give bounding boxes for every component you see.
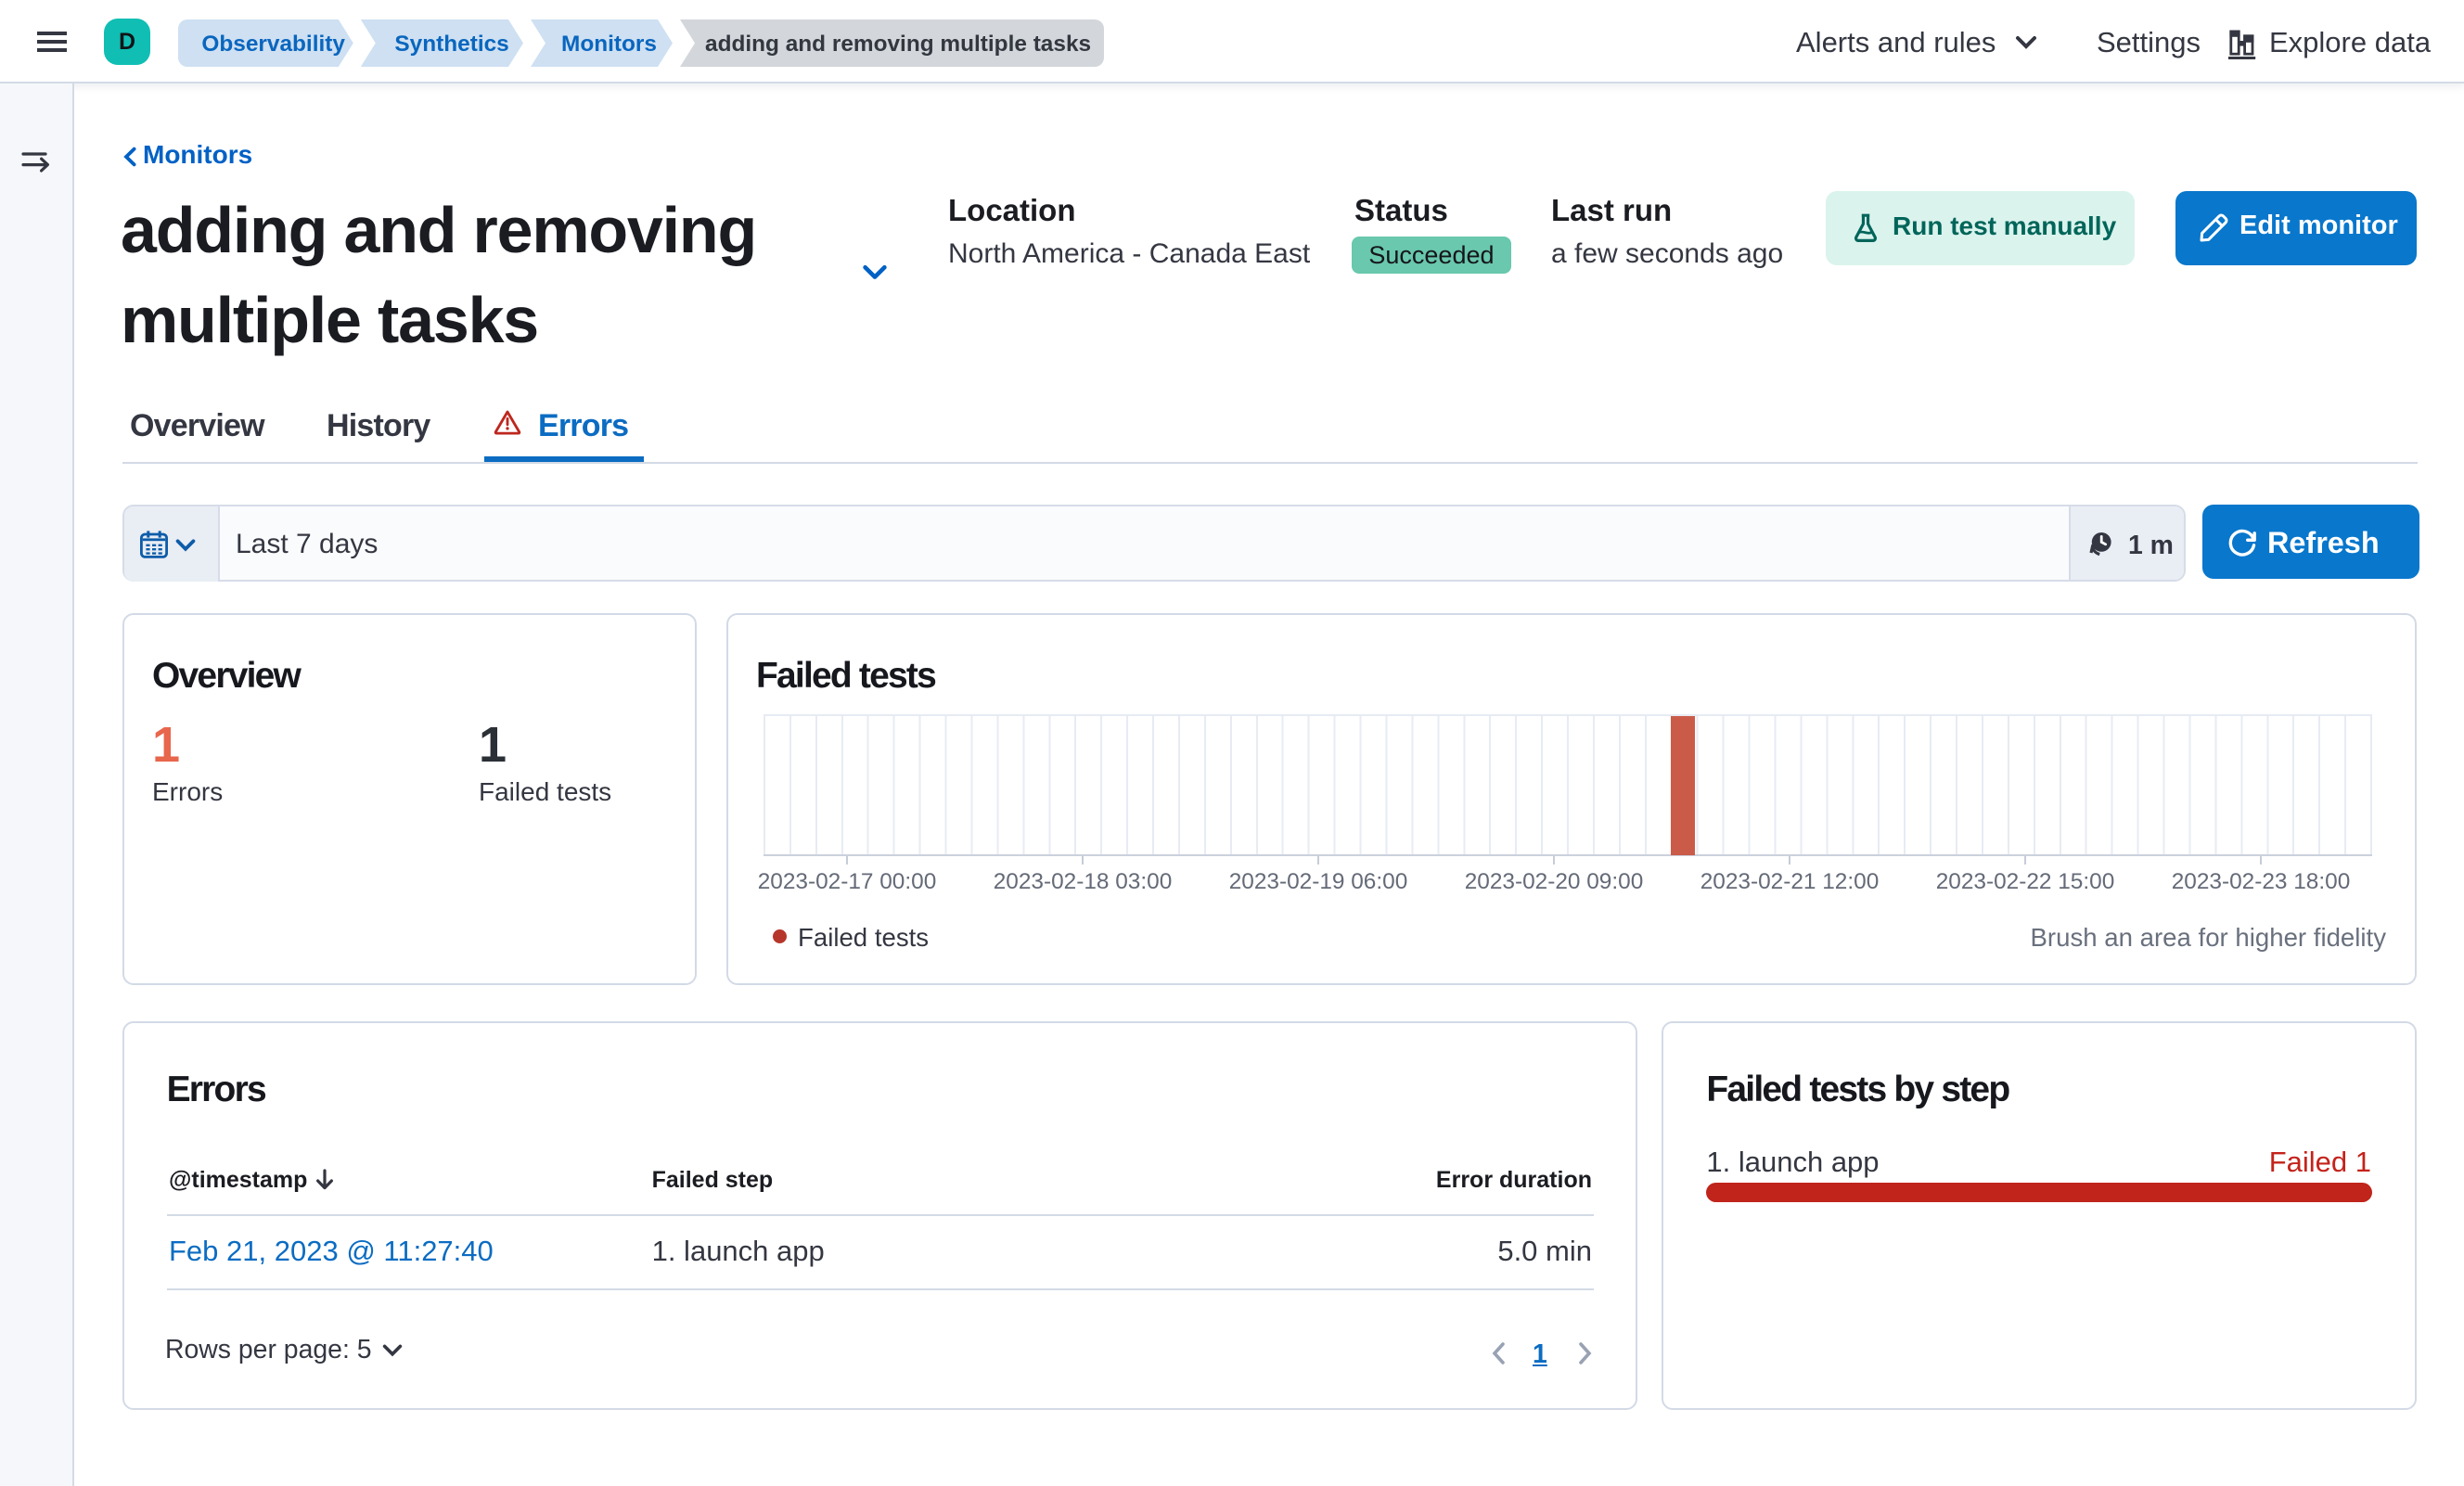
svg-text:Observability: Observability xyxy=(201,32,345,57)
svg-text:Synthetics: Synthetics xyxy=(394,32,508,57)
svg-text:adding and removing multiple t: adding and removing multiple tasks xyxy=(705,32,1091,57)
svg-text:Monitors: Monitors xyxy=(561,32,657,57)
